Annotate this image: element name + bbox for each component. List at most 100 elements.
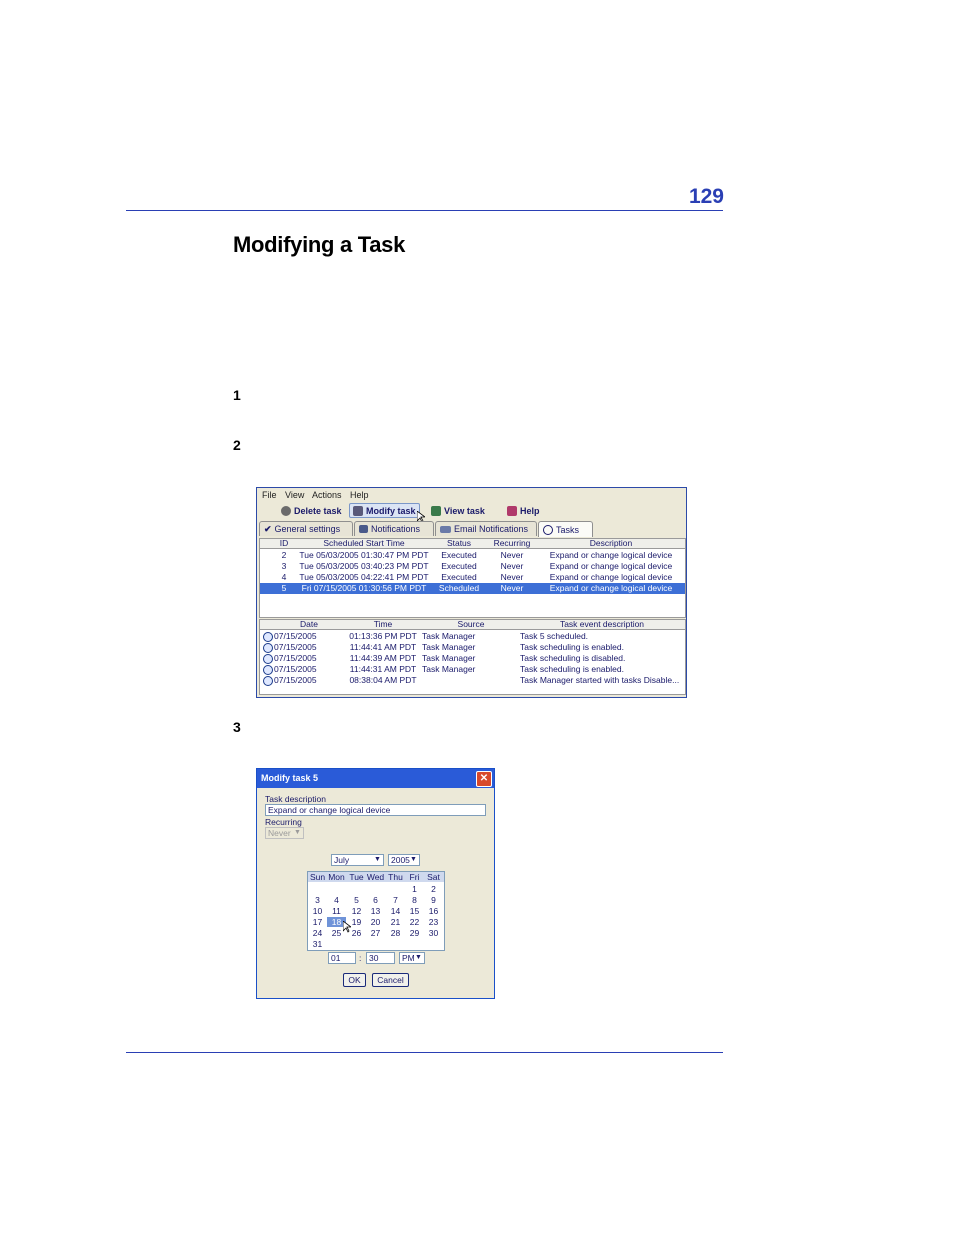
calendar-day[interactable]: 1: [405, 884, 424, 894]
calendar-day[interactable]: 10: [308, 906, 327, 916]
col-date[interactable]: Date: [274, 620, 344, 629]
calendar-day[interactable]: 6: [366, 895, 385, 905]
cell-status: Executed: [441, 572, 477, 582]
help-button[interactable]: Help: [504, 503, 543, 518]
menu-help[interactable]: Help: [350, 490, 369, 500]
calendar-day[interactable]: 23: [424, 917, 443, 927]
month-select[interactable]: July ▼: [331, 854, 384, 866]
modify-task-button[interactable]: Modify task: [349, 503, 420, 518]
cell-source: Task Manager: [422, 664, 476, 674]
ok-button[interactable]: OK: [343, 973, 366, 987]
menu-file[interactable]: File: [262, 490, 277, 500]
tab-general-settings-label: General settings: [274, 524, 341, 534]
step-number-2: 2: [233, 437, 241, 453]
delete-task-label: Delete task: [294, 505, 342, 516]
tab-tasks[interactable]: Tasks: [538, 521, 593, 537]
cell-description: Expand or change logical device: [549, 572, 673, 582]
calendar-day[interactable]: 8: [405, 895, 424, 905]
chevron-down-icon: ▼: [294, 829, 301, 836]
calendar-day[interactable]: 30: [424, 928, 443, 938]
calendar-day[interactable]: 20: [366, 917, 385, 927]
calendar-day[interactable]: 4: [327, 895, 346, 905]
cell-id: 4: [281, 572, 287, 582]
calendar-day[interactable]: 3: [308, 895, 327, 905]
calendar-day[interactable]: 2: [424, 884, 443, 894]
event-log-table: Date Time Source Task event description …: [259, 619, 686, 695]
calendar-day[interactable]: 12: [347, 906, 366, 916]
delete-task-button[interactable]: Delete task: [278, 503, 345, 518]
view-task-button[interactable]: View task: [428, 503, 488, 518]
cell-status: Executed: [441, 550, 477, 560]
calendar-day[interactable]: 15: [405, 906, 424, 916]
calendar-day[interactable]: 27: [366, 928, 385, 938]
cell-description: Expand or change logical device: [549, 550, 673, 560]
col-source[interactable]: Source: [422, 620, 520, 629]
table-row[interactable]: 2 Tue 05/03/2005 01:30:47 PM PDT Execute…: [260, 550, 685, 561]
table-row[interactable]: 07/15/2005 11:44:41 AM PDT Task Manager …: [260, 642, 685, 653]
cell-date: 07/15/2005: [274, 653, 317, 663]
calendar-day[interactable]: 16: [424, 906, 443, 916]
table-row[interactable]: 3 Tue 05/03/2005 03:40:23 PM PDT Execute…: [260, 561, 685, 572]
table-row[interactable]: 07/15/2005 01:13:36 PM PDT Task Manager …: [260, 631, 685, 642]
col-recurring[interactable]: Recurring: [486, 539, 538, 548]
col-start-time[interactable]: Scheduled Start Time: [296, 539, 432, 548]
col-event-description[interactable]: Task event description: [520, 620, 684, 629]
cancel-button[interactable]: Cancel: [372, 973, 409, 987]
info-icon: [263, 665, 273, 675]
toolbar: Delete task Modify task View task Help: [257, 503, 686, 523]
col-time[interactable]: Time: [344, 620, 422, 629]
cell-date: 07/15/2005: [274, 642, 317, 652]
weekday-label: Tue: [349, 872, 364, 882]
cell-id: 2: [281, 550, 287, 560]
hour-input[interactable]: 01: [328, 952, 356, 964]
cell-event-description: Task 5 scheduled.: [520, 631, 589, 641]
table-row[interactable]: 07/15/2005 11:44:39 AM PDT Task Manager …: [260, 653, 685, 664]
menu-view[interactable]: View: [285, 490, 304, 500]
calendar-day[interactable]: 9: [424, 895, 443, 905]
ampm-select[interactable]: PM ▼: [399, 952, 425, 964]
cell-start-time: Tue 05/03/2005 01:30:47 PM PDT: [299, 550, 429, 560]
calendar-day[interactable]: 13: [366, 906, 385, 916]
close-icon[interactable]: ✕: [476, 771, 492, 787]
table-row-selected[interactable]: 5 Fri 07/15/2005 01:30:56 PM PDT Schedul…: [260, 583, 685, 594]
calendar-day[interactable]: 22: [405, 917, 424, 927]
calendar-day[interactable]: 21: [386, 917, 405, 927]
task-table-header: ID Scheduled Start Time Status Recurring…: [260, 539, 685, 549]
page-title: Modifying a Task: [233, 232, 406, 257]
cell-status: Executed: [441, 561, 477, 571]
table-row[interactable]: 07/15/2005 08:38:04 AM PDT Task Manager …: [260, 675, 685, 686]
time-separator: :: [359, 953, 362, 963]
calendar-day[interactable]: 11: [327, 906, 346, 916]
cell-date: 07/15/2005: [274, 675, 317, 685]
year-value: 2005: [391, 855, 410, 865]
cell-id: 5: [281, 583, 287, 593]
calendar-day[interactable]: 31: [308, 939, 327, 949]
calendar-day[interactable]: 17: [308, 917, 327, 927]
calendar-day[interactable]: 7: [386, 895, 405, 905]
calendar-day[interactable]: 28: [386, 928, 405, 938]
tab-bar: ✔ General settings Notifications Email N…: [257, 521, 686, 537]
tab-notifications[interactable]: Notifications: [354, 521, 434, 536]
tab-general-settings[interactable]: ✔ General settings: [259, 521, 353, 536]
table-row[interactable]: 07/15/2005 11:44:31 AM PDT Task Manager …: [260, 664, 685, 675]
task-description-label: Task description: [265, 794, 326, 804]
recurring-select[interactable]: Never ▼: [265, 827, 304, 839]
table-row[interactable]: 4 Tue 05/03/2005 04:22:41 PM PDT Execute…: [260, 572, 685, 583]
calendar-day[interactable]: 5: [347, 895, 366, 905]
calendar-day[interactable]: 14: [386, 906, 405, 916]
menu-actions[interactable]: Actions: [312, 490, 342, 500]
col-id[interactable]: ID: [272, 539, 296, 548]
col-status[interactable]: Status: [432, 539, 486, 548]
calendar-day[interactable]: 29: [405, 928, 424, 938]
cell-id: 3: [281, 561, 287, 571]
info-icon: [263, 654, 273, 664]
cell-time: 08:38:04 AM PDT: [349, 675, 417, 685]
cell-time: 11:44:41 AM PDT: [349, 642, 417, 652]
year-select[interactable]: 2005 ▼: [388, 854, 420, 866]
tab-email-notifications[interactable]: Email Notifications: [435, 521, 537, 536]
col-description[interactable]: Description: [538, 539, 684, 548]
minute-input[interactable]: 30: [366, 952, 395, 964]
task-description-input[interactable]: Expand or change logical device: [265, 804, 486, 816]
chevron-down-icon: ▼: [374, 856, 381, 863]
calendar-day[interactable]: 24: [308, 928, 327, 938]
